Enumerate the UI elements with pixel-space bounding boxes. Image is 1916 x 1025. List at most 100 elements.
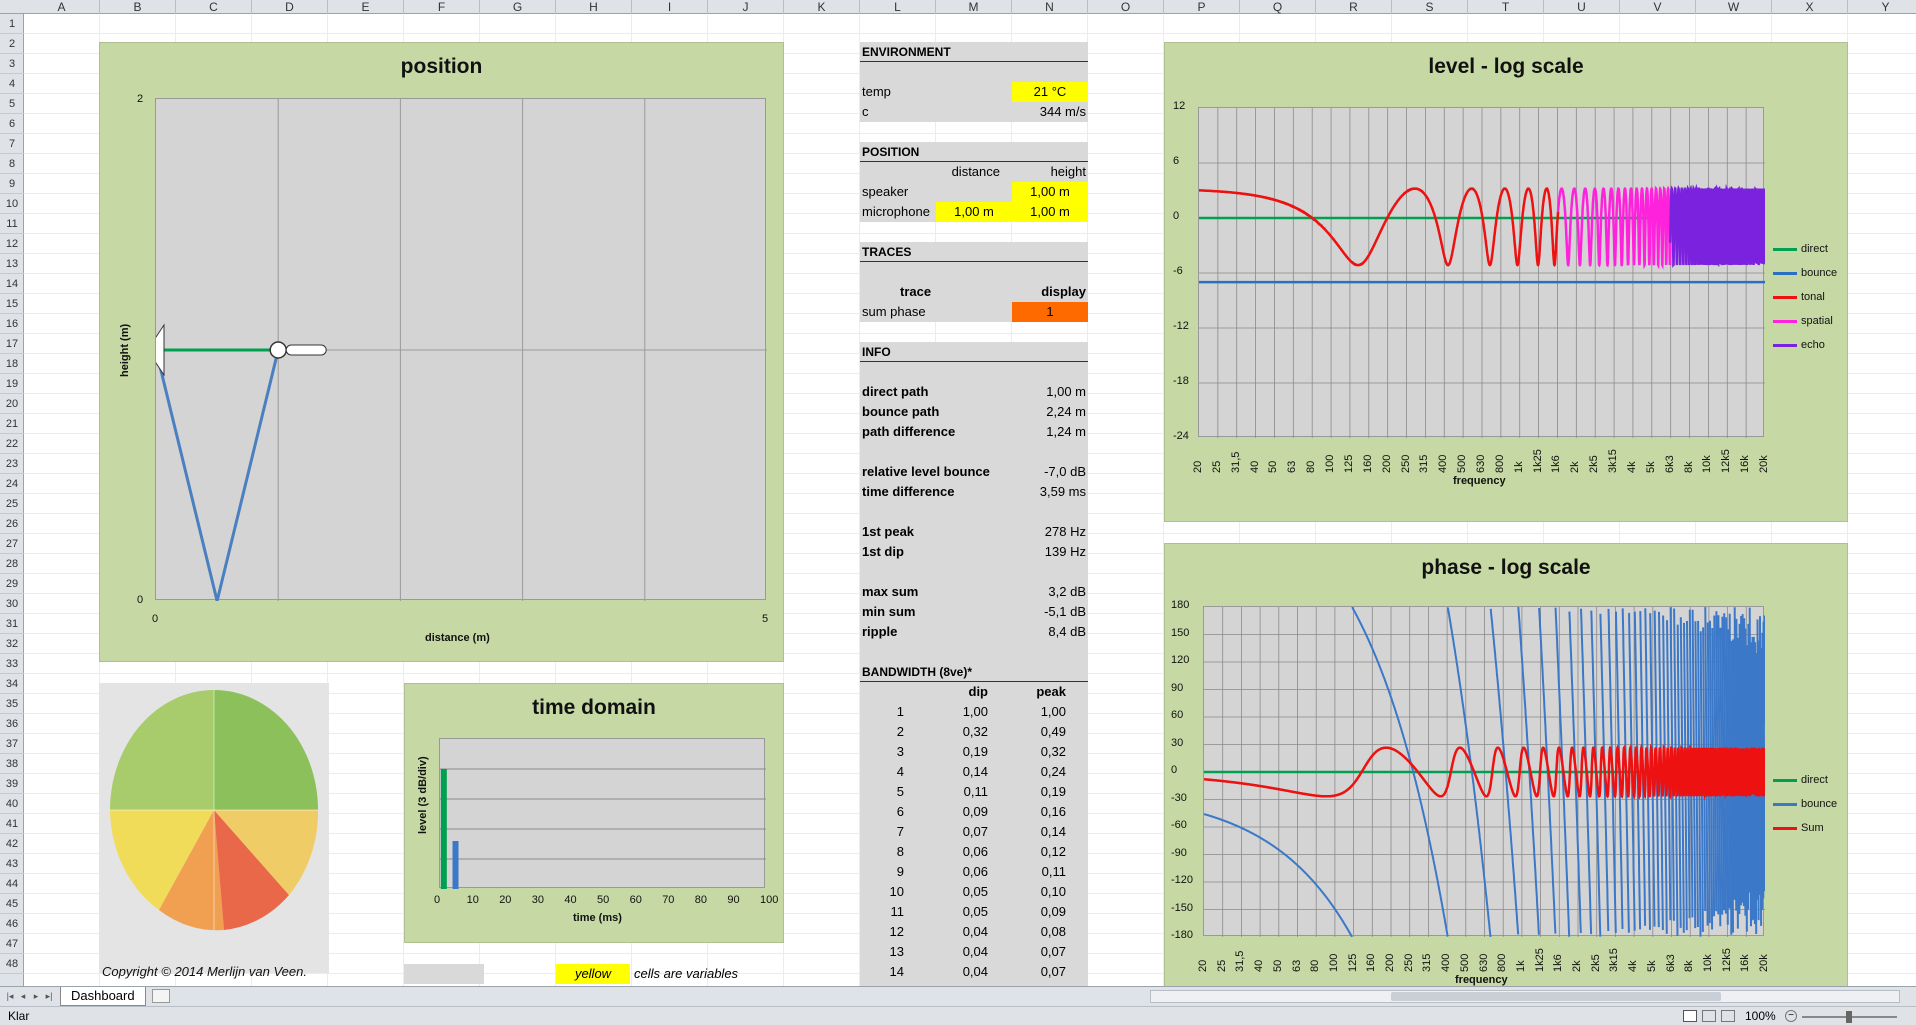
level-legend-label: tonal bbox=[1801, 291, 1825, 303]
sheet-tab-dashboard[interactable]: Dashboard bbox=[60, 987, 146, 1006]
time-domain-title: time domain bbox=[532, 696, 656, 719]
phase-freq-tick: 6k3 bbox=[1664, 954, 1677, 972]
time-x-tick: 90 bbox=[727, 894, 740, 906]
normal-view-icon[interactable] bbox=[1683, 1010, 1697, 1022]
microphone-icon bbox=[269, 341, 287, 359]
position-plot-svg bbox=[145, 99, 767, 602]
trace-name: sum phase bbox=[862, 304, 926, 319]
info-row-value: 1,24 m bbox=[1046, 424, 1086, 439]
column-header: E bbox=[328, 0, 404, 14]
traces-header: TRACES bbox=[860, 242, 1088, 262]
prev-sheet-button[interactable]: ◂ bbox=[17, 990, 29, 1002]
zoom-level[interactable]: 100% bbox=[1745, 1009, 1776, 1023]
bandwidth-dip: 0,32 bbox=[962, 724, 988, 739]
row-header: 44 bbox=[0, 874, 24, 894]
row-header: 48 bbox=[0, 954, 24, 974]
bandwidth-row: 8 0,06 0,12 bbox=[860, 842, 1088, 862]
copyright-text: Copyright © 2014 Merlijn van Veen. bbox=[102, 964, 307, 979]
last-sheet-button[interactable]: ▸| bbox=[43, 990, 55, 1002]
logo-wheel bbox=[110, 690, 319, 931]
time-x-tick: 10 bbox=[466, 894, 479, 906]
row-header: 1 bbox=[0, 14, 24, 34]
row-header: 29 bbox=[0, 574, 24, 594]
phase-freq-tick: 500 bbox=[1458, 953, 1471, 972]
phase-freq-tick: 125 bbox=[1346, 953, 1359, 972]
info-row: bounce path 2,24 m bbox=[860, 402, 1088, 422]
info-row-label: ripple bbox=[862, 624, 898, 639]
bandwidth-dip: 0,04 bbox=[962, 944, 988, 959]
info-row-label: 1st dip bbox=[862, 544, 904, 559]
row-header: 45 bbox=[0, 894, 24, 914]
phase-freq-tick: 3k15 bbox=[1608, 948, 1621, 972]
bandwidth-row: 3 0,19 0,32 bbox=[860, 742, 1088, 762]
level-freq-tick: 5k bbox=[1644, 461, 1657, 473]
column-header: L bbox=[860, 0, 936, 14]
level-freq-tick: 10k bbox=[1701, 455, 1714, 473]
level-freq-tick: 1k6 bbox=[1550, 455, 1563, 473]
info-row-value: 139 Hz bbox=[1044, 544, 1086, 559]
level-y-tick: 6 bbox=[1173, 155, 1180, 167]
level-freq-tick: 4k bbox=[1625, 461, 1638, 473]
horizontal-scrollbar[interactable] bbox=[1150, 990, 1900, 1003]
info-row-label: bounce path bbox=[862, 404, 940, 419]
trace-display: 1 bbox=[1012, 302, 1088, 322]
mic-distance: 1,00 m bbox=[936, 202, 1012, 222]
level-y-tick: -12 bbox=[1173, 320, 1189, 332]
level-freq-tick: 8k bbox=[1682, 461, 1695, 473]
zoom-slider[interactable] bbox=[1802, 1011, 1897, 1023]
level-legend-item: bounce bbox=[1773, 267, 1837, 279]
page-break-view-icon[interactable] bbox=[1721, 1010, 1735, 1022]
position-col-headers: distance height bbox=[860, 162, 1088, 182]
time-domain-chart[interactable]: time domain 0 10 20 30 40 50 60 70 80 90 100 time … bbox=[404, 683, 784, 943]
phase-chart[interactable]: phase - log scale 180 150 120 90 60 30 0 -30 -60… bbox=[1164, 543, 1848, 987]
page-layout-view-icon[interactable] bbox=[1702, 1010, 1716, 1022]
phase-plot-area bbox=[1203, 606, 1767, 938]
bandwidth-peak: 0,19 bbox=[1040, 784, 1066, 799]
level-y-tick: 12 bbox=[1173, 100, 1186, 112]
zoom-slider-thumb[interactable] bbox=[1846, 1011, 1852, 1023]
bandwidth-dip: 0,05 bbox=[962, 884, 988, 899]
first-sheet-button[interactable]: |◂ bbox=[4, 990, 16, 1002]
level-plot-svg bbox=[1198, 108, 1767, 438]
row-header: 43 bbox=[0, 854, 24, 874]
bandwidth-index: 13 bbox=[889, 944, 904, 959]
phase-legend-label: bounce bbox=[1801, 798, 1838, 810]
info-row: direct path 1,00 m bbox=[860, 382, 1088, 402]
next-sheet-button[interactable]: ▸ bbox=[30, 990, 42, 1002]
speaker-icon bbox=[145, 323, 165, 377]
info-row-value: 3,59 ms bbox=[1039, 484, 1086, 499]
phase-y-tick: 60 bbox=[1171, 709, 1184, 721]
level-freq-tick: 630 bbox=[1475, 454, 1487, 473]
zoom-out-button[interactable]: − bbox=[1785, 1010, 1797, 1022]
column-header: C bbox=[176, 0, 252, 14]
bandwidth-peak: 0,24 bbox=[1040, 764, 1066, 779]
y-axis-label: height (m) bbox=[119, 323, 131, 377]
phase-freq-tick: 40 bbox=[1253, 959, 1266, 972]
level-legend-label: direct bbox=[1801, 243, 1828, 255]
row-header: 11 bbox=[0, 214, 24, 234]
time-x-tick: 60 bbox=[629, 894, 642, 906]
bandwidth-peak: 0,10 bbox=[1040, 884, 1066, 899]
phase-freq-tick: 2k5 bbox=[1589, 954, 1602, 972]
row-header: 31 bbox=[0, 614, 24, 634]
phase-freq-tick: 20 bbox=[1197, 959, 1209, 972]
row-header: 36 bbox=[0, 714, 24, 734]
position-chart[interactable]: position 2 0 0 5 distance (m) height (m) bbox=[99, 42, 784, 662]
phase-freq-tick: 200 bbox=[1384, 953, 1396, 972]
insert-sheet-icon[interactable] bbox=[152, 989, 170, 1003]
level-legend-label: echo bbox=[1801, 339, 1825, 351]
level-chart[interactable]: level - log scale 12 6 0 -6 -12 -18 -24 20 25 31,… bbox=[1164, 42, 1848, 522]
level-freq-tick: 125 bbox=[1342, 454, 1355, 473]
info-row: max sum 3,2 dB bbox=[860, 582, 1088, 602]
horizontal-scroll-thumb[interactable] bbox=[1391, 992, 1721, 1001]
row-header: 9 bbox=[0, 174, 24, 194]
y-tick-bottom: 0 bbox=[137, 594, 144, 606]
bandwidth-index: 2 bbox=[896, 724, 904, 739]
row-header: 8 bbox=[0, 154, 24, 174]
phase-legend-swatch bbox=[1773, 778, 1797, 782]
level-y-tick: 0 bbox=[1173, 210, 1180, 222]
col-display: display bbox=[1041, 284, 1086, 299]
column-header: U bbox=[1544, 0, 1620, 14]
bandwidth-dip: 0,14 bbox=[962, 764, 988, 779]
level-freq-tick: 3k15 bbox=[1607, 449, 1620, 473]
